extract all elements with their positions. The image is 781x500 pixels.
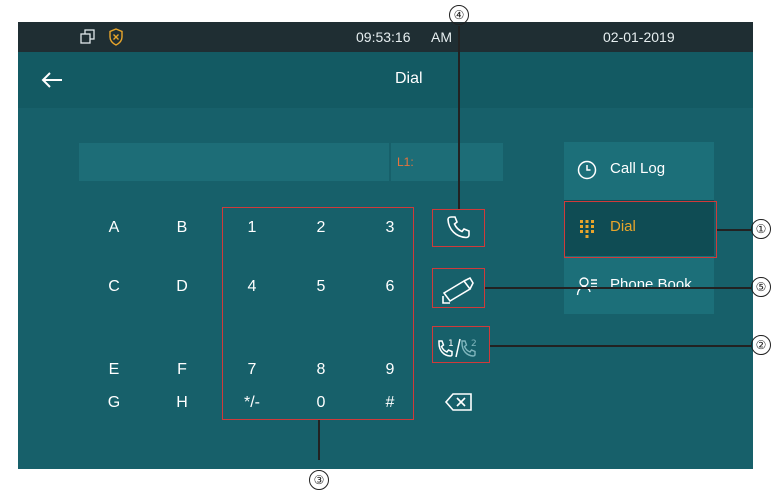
window-icon xyxy=(80,29,96,45)
key-c[interactable]: C xyxy=(94,270,134,304)
key-d[interactable]: D xyxy=(162,270,202,304)
callout-leader-4 xyxy=(458,26,460,209)
backspace-icon[interactable] xyxy=(444,392,474,412)
key-a[interactable]: A xyxy=(94,211,134,245)
callout-number-1: ① xyxy=(751,219,771,239)
callout-leader-2 xyxy=(490,345,751,347)
callout-leader-3 xyxy=(318,420,320,460)
callout-box-keypad xyxy=(222,207,414,420)
menu-item-label: Call Log xyxy=(610,160,666,177)
callout-leader-1 xyxy=(717,229,751,231)
clock-icon xyxy=(576,159,598,181)
line-selector[interactable]: L1: xyxy=(391,143,503,181)
callout-number-3: ③ xyxy=(309,470,329,490)
dial-number-field[interactable] xyxy=(79,143,389,181)
callout-box-audio-call xyxy=(432,209,485,247)
key-g[interactable]: G xyxy=(94,386,134,420)
page-title: Dial xyxy=(395,70,423,87)
key-h[interactable]: H xyxy=(162,386,202,420)
line-label: L1: xyxy=(397,155,414,169)
key-b[interactable]: B xyxy=(162,211,202,245)
callout-leader-5 xyxy=(485,287,751,289)
status-bar: 09:53:16 AM 02-01-2019 xyxy=(18,22,753,52)
key-e[interactable]: E xyxy=(94,353,134,387)
key-f[interactable]: F xyxy=(162,353,202,387)
clock-ampm: AM xyxy=(431,29,452,45)
callout-box-line-switch xyxy=(432,326,490,363)
menu-item-label: Phone Book xyxy=(610,276,692,293)
back-arrow-icon[interactable] xyxy=(40,70,64,90)
callout-number-2: ② xyxy=(751,335,771,355)
callout-box-video-call xyxy=(432,268,485,308)
security-shield-icon xyxy=(108,28,124,46)
callout-box-dial-menu xyxy=(564,201,717,258)
contacts-icon xyxy=(576,275,598,297)
callout-number-5: ⑤ xyxy=(751,277,771,297)
menu-item-phone-book[interactable]: Phone Book xyxy=(564,258,714,314)
clock-time: 09:53:16 xyxy=(356,29,411,45)
menu-item-call-log[interactable]: Call Log xyxy=(564,142,714,198)
title-bar: Dial xyxy=(18,52,753,108)
callout-number-4: ④ xyxy=(449,5,469,25)
status-date: 02-01-2019 xyxy=(603,29,675,45)
